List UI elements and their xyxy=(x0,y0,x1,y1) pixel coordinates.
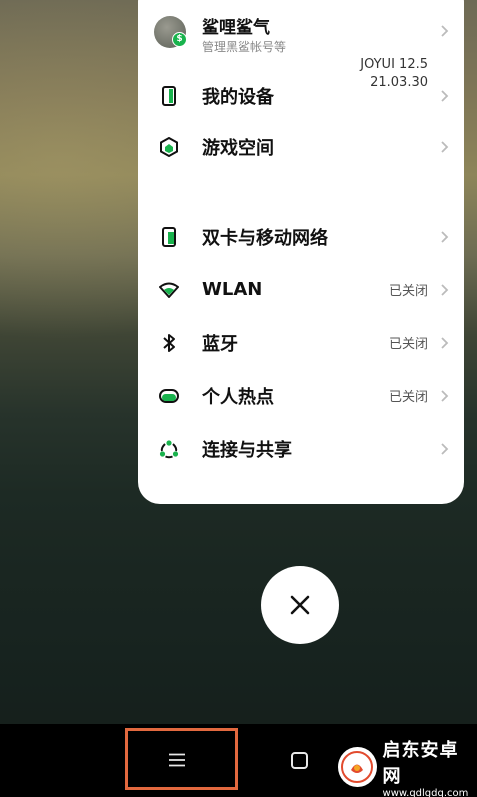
hotspot-label: 个人热点 xyxy=(202,386,274,408)
bluetooth-icon xyxy=(158,332,180,354)
wlan-status: 已关闭 xyxy=(388,284,428,299)
bluetooth-label: 蓝牙 xyxy=(202,333,238,355)
chevron-right-icon xyxy=(441,336,449,349)
watermark-logo xyxy=(338,747,377,787)
chevron-right-icon xyxy=(441,442,449,455)
my-device-label: 我的设备 xyxy=(202,86,274,108)
chevron-right-icon xyxy=(441,283,449,296)
home-icon[interactable] xyxy=(291,752,308,769)
settings-card: $ 鲨哩鲨气 管理黑鲨帐号等 我的设备 JOYUI 12.5 21.03.30 xyxy=(138,0,464,504)
watermark-url: www.qdlgdq.com xyxy=(382,787,469,797)
hotspot-row[interactable]: 个人热点 已关闭 xyxy=(138,369,464,422)
game-space-row[interactable]: 游戏空间 xyxy=(138,120,464,173)
account-name: 鲨哩鲨气 xyxy=(202,18,270,38)
wlan-row[interactable]: WLAN 已关闭 xyxy=(138,263,464,316)
bluetooth-row[interactable]: 蓝牙 已关闭 xyxy=(138,316,464,369)
avatar-badge: $ xyxy=(172,32,187,47)
hexagon-game-icon xyxy=(158,136,180,158)
dual-sim-label: 双卡与移动网络 xyxy=(202,227,328,249)
chevron-right-icon xyxy=(441,140,449,153)
chevron-right-icon xyxy=(441,230,449,243)
sim-card-icon xyxy=(158,226,180,248)
connection-share-icon xyxy=(158,438,180,460)
watermark-title: 启东安卓网 xyxy=(382,739,459,787)
hotspot-icon xyxy=(158,385,180,407)
wifi-icon xyxy=(158,279,180,301)
connection-share-label: 连接与共享 xyxy=(202,439,292,461)
chevron-right-icon xyxy=(441,389,449,402)
connection-share-row[interactable]: 连接与共享 xyxy=(138,422,464,475)
version-name: JOYUI 12.5 xyxy=(360,57,428,72)
dual-sim-row[interactable]: 双卡与移动网络 xyxy=(138,210,464,263)
wlan-label: WLAN xyxy=(202,279,263,300)
menu-icon[interactable] xyxy=(168,753,186,767)
game-space-label: 游戏空间 xyxy=(202,137,274,159)
chevron-right-icon xyxy=(441,25,449,37)
system-version: JOYUI 12.5 21.03.30 xyxy=(360,56,428,92)
watermark: 启东安卓网 www.qdlgdq.com xyxy=(338,740,474,797)
bluetooth-status: 已关闭 xyxy=(388,337,428,352)
chevron-right-icon xyxy=(441,89,449,102)
hotspot-status: 已关闭 xyxy=(388,390,428,405)
close-recents-button[interactable] xyxy=(261,566,339,644)
close-icon xyxy=(290,595,310,615)
account-subtitle: 管理黑鲨帐号等 xyxy=(202,40,287,54)
phone-device-icon xyxy=(158,85,180,107)
version-date: 21.03.30 xyxy=(370,75,428,90)
